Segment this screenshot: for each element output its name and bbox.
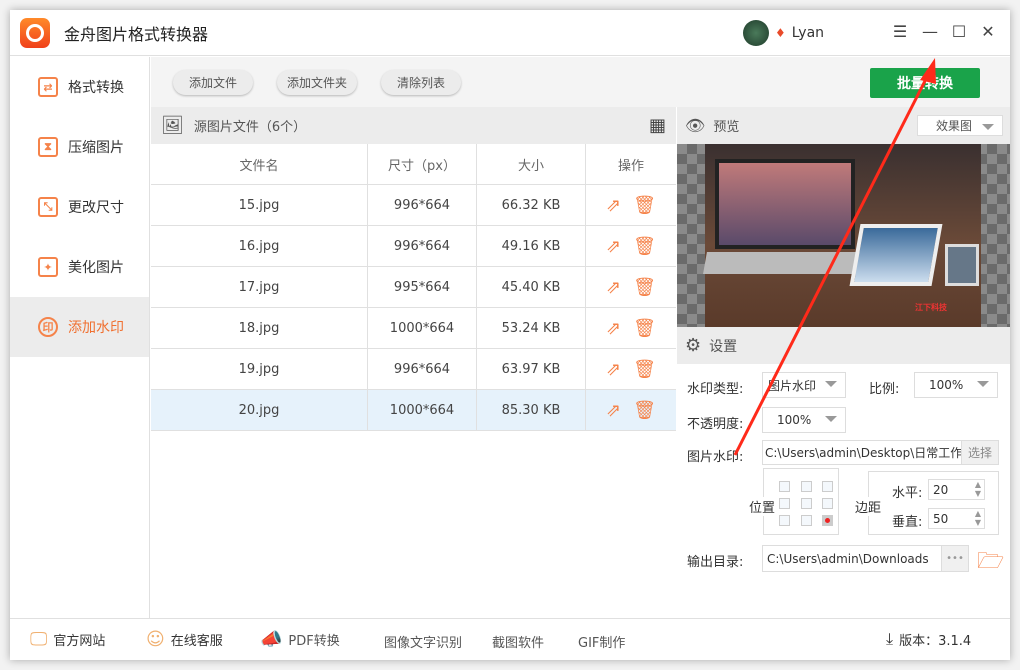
arrow-line [733,74,930,456]
annotation-arrow [733,58,936,456]
arrow-head [920,58,936,84]
